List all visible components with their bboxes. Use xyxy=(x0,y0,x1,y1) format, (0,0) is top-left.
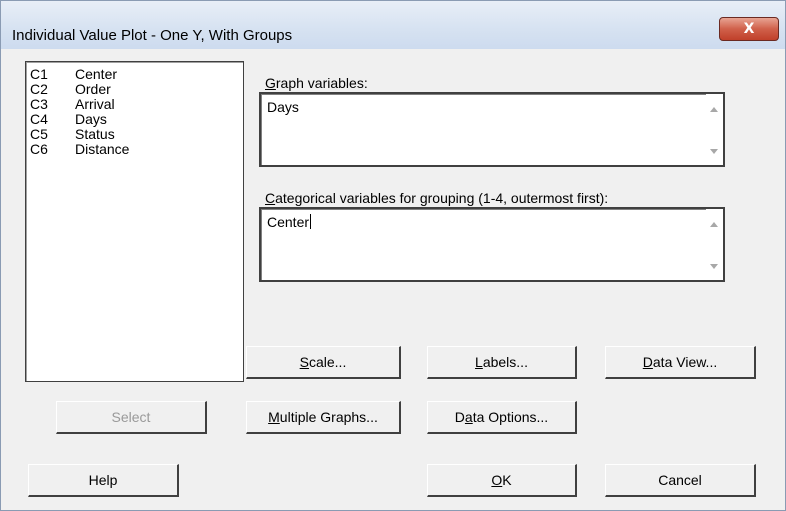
variable-column: C1 xyxy=(30,66,48,82)
variable-name: Order xyxy=(75,81,111,97)
dialog-body: C1 Center C2 Order C3 Arrival C4 Days C5 Stat… xyxy=(9,49,779,507)
dialog-window: Individual Value Plot - One Y, With Grou… xyxy=(0,0,786,511)
mnemonic-letter: C xyxy=(265,190,276,206)
scroll-down-icon[interactable] xyxy=(710,149,718,154)
variable-item[interactable]: C1 Center xyxy=(30,67,117,82)
button-text: ultiple Graphs... xyxy=(279,409,378,425)
button-text: abels... xyxy=(482,354,528,370)
variable-column: C5 xyxy=(30,126,48,142)
variable-column: C3 xyxy=(30,96,48,112)
variable-item[interactable]: C6 Distance xyxy=(30,142,129,157)
button-text: cale... xyxy=(308,354,347,370)
text-cursor xyxy=(310,214,312,229)
mnemonic-letter: D xyxy=(642,354,653,370)
graph-variables-scrollbar[interactable] xyxy=(706,94,723,165)
mnemonic-letter: O xyxy=(491,472,503,488)
scroll-down-icon[interactable] xyxy=(710,264,718,269)
variable-item[interactable]: C4 Days xyxy=(30,112,107,127)
label-text: ategorical variables for grouping (1-4, … xyxy=(275,190,609,206)
data-view-button[interactable]: Data View... xyxy=(605,346,756,379)
scale-button[interactable]: Scale... xyxy=(246,346,401,379)
mnemonic-letter: a xyxy=(464,409,473,425)
button-text: ata View... xyxy=(652,354,718,370)
button-text: K xyxy=(502,472,512,488)
variable-column: C4 xyxy=(30,111,48,127)
variable-name: Arrival xyxy=(75,96,115,112)
mnemonic-letter: L xyxy=(475,354,483,370)
close-button[interactable]: X xyxy=(719,17,779,41)
categorical-variables-field[interactable]: Center xyxy=(259,207,725,282)
title-bar[interactable]: Individual Value Plot - One Y, With Grou… xyxy=(1,1,785,49)
graph-variables-field[interactable]: Days xyxy=(259,92,725,167)
variable-item[interactable]: C3 Arrival xyxy=(30,97,115,112)
scroll-up-icon[interactable] xyxy=(710,222,718,227)
variable-name: Status xyxy=(75,126,115,142)
mnemonic-letter: S xyxy=(299,354,309,370)
variable-item[interactable]: C5 Status xyxy=(30,127,115,142)
cancel-button[interactable]: Cancel xyxy=(605,464,756,497)
button-text: D xyxy=(454,409,465,425)
variable-item[interactable]: C2 Order xyxy=(30,82,111,97)
variable-list[interactable]: C1 Center C2 Order C3 Arrival C4 Days C5 Stat… xyxy=(25,61,244,382)
categorical-variables-label: Categorical variables for grouping (1-4,… xyxy=(265,190,608,206)
multiple-graphs-button[interactable]: Multiple Graphs... xyxy=(246,401,401,434)
graph-variables-value: Days xyxy=(267,99,299,115)
label-text: raph variables: xyxy=(275,75,368,91)
labels-button[interactable]: Labels... xyxy=(427,346,577,379)
categorical-value-text: Center xyxy=(267,214,310,230)
variable-name: Center xyxy=(75,66,118,82)
help-button[interactable]: Help xyxy=(28,464,179,497)
scroll-up-icon[interactable] xyxy=(710,107,718,112)
variable-name: Distance xyxy=(75,141,130,157)
variable-column: C2 xyxy=(30,81,48,97)
close-icon: X xyxy=(743,21,755,37)
mnemonic-letter: G xyxy=(265,75,276,91)
button-text: ta Options... xyxy=(472,409,549,425)
select-button[interactable]: Select xyxy=(56,401,207,434)
categorical-variables-value: Center xyxy=(267,214,312,230)
variable-name: Days xyxy=(75,111,107,127)
graph-variables-label: Graph variables: xyxy=(265,75,368,91)
mnemonic-letter: M xyxy=(268,409,280,425)
ok-button[interactable]: OK xyxy=(427,464,577,497)
dialog-title: Individual Value Plot - One Y, With Grou… xyxy=(12,27,293,44)
categorical-variables-scrollbar[interactable] xyxy=(706,209,723,280)
data-options-button[interactable]: Data Options... xyxy=(427,401,577,434)
variable-column: C6 xyxy=(30,141,48,157)
